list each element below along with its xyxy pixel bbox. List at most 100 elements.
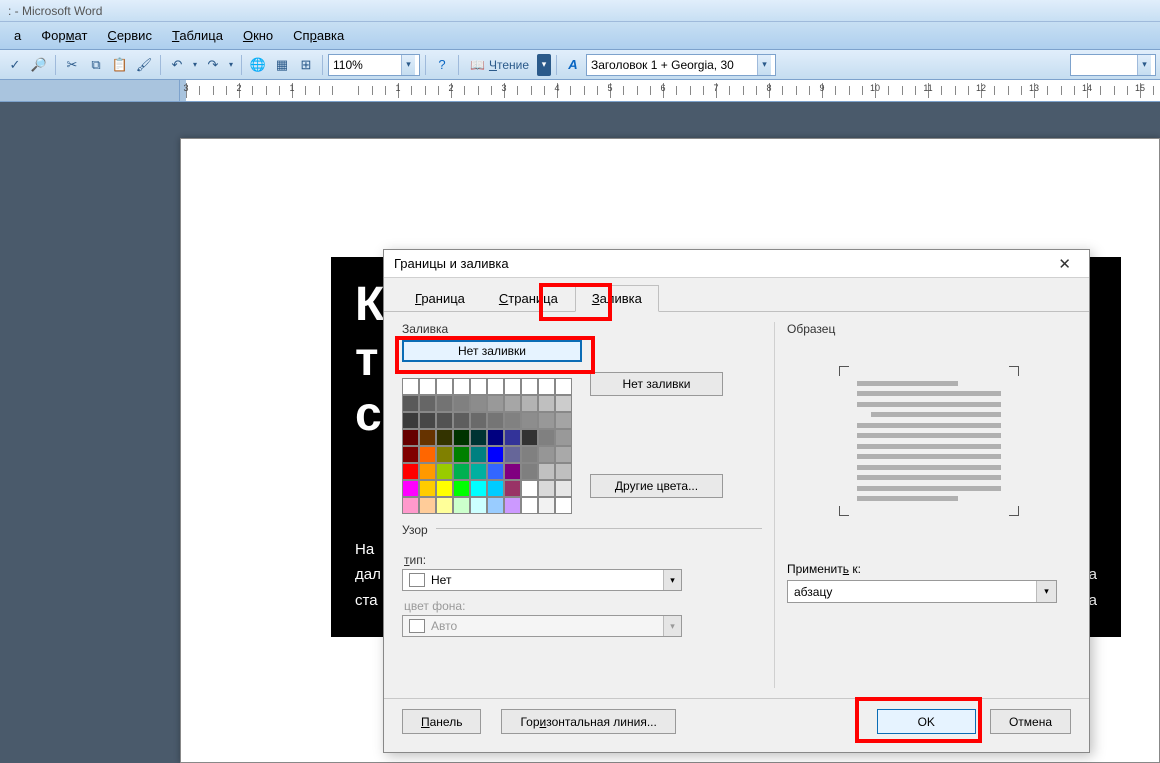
color-swatch[interactable] — [487, 480, 504, 497]
color-swatch[interactable] — [419, 378, 436, 395]
no-fill-button[interactable]: Нет заливки — [590, 372, 723, 396]
color-swatch[interactable] — [419, 412, 436, 429]
color-swatch[interactable] — [436, 480, 453, 497]
color-swatch[interactable] — [487, 497, 504, 514]
redo-icon[interactable]: ↷ — [202, 54, 224, 76]
reading-mode-button[interactable]: 📖 Чтение — [464, 54, 535, 76]
pattern-type-combo[interactable]: Нет ▾ — [402, 569, 682, 591]
spellcheck-icon[interactable]: ✓ — [4, 54, 26, 76]
color-swatch[interactable] — [419, 395, 436, 412]
color-swatch[interactable] — [555, 497, 572, 514]
color-swatch[interactable] — [436, 497, 453, 514]
color-swatch[interactable] — [487, 378, 504, 395]
color-swatch[interactable] — [453, 446, 470, 463]
font-input[interactable] — [1071, 58, 1137, 72]
color-swatch[interactable] — [504, 463, 521, 480]
color-swatch[interactable] — [453, 412, 470, 429]
chevron-down-icon[interactable]: ▾ — [1036, 581, 1056, 602]
read-dropdown-icon[interactable]: ▾ — [537, 54, 551, 76]
font-combo[interactable]: ▾ — [1070, 54, 1156, 76]
color-swatch[interactable] — [453, 395, 470, 412]
tab-page[interactable]: Страница — [482, 285, 575, 312]
color-swatch[interactable] — [538, 446, 555, 463]
color-swatch[interactable] — [419, 480, 436, 497]
color-swatch[interactable] — [470, 378, 487, 395]
help-icon[interactable]: ? — [431, 54, 453, 76]
more-colors-button[interactable]: Другие цвета... — [590, 474, 723, 498]
color-swatch[interactable] — [538, 497, 555, 514]
color-swatch[interactable] — [504, 446, 521, 463]
color-swatch[interactable] — [402, 497, 419, 514]
color-swatch[interactable] — [487, 395, 504, 412]
menu-item-table[interactable]: Таблица — [162, 25, 233, 46]
color-swatch[interactable] — [504, 412, 521, 429]
paste-icon[interactable]: 📋 — [109, 54, 131, 76]
color-swatch[interactable] — [555, 378, 572, 395]
research-icon[interactable]: 🔎 — [28, 54, 50, 76]
insert-table-icon[interactable]: ⊞ — [295, 54, 317, 76]
redo-dropdown-icon[interactable]: ▾ — [226, 54, 236, 76]
color-swatch[interactable] — [538, 412, 555, 429]
toolbar-panel-button[interactable]: Панель — [402, 709, 481, 734]
color-swatch[interactable] — [555, 480, 572, 497]
color-swatch[interactable] — [555, 429, 572, 446]
horizontal-ruler[interactable]: 321123456789101112131415 — [180, 80, 1160, 101]
color-swatch[interactable] — [470, 463, 487, 480]
color-swatch[interactable] — [453, 497, 470, 514]
color-swatch[interactable] — [504, 378, 521, 395]
color-swatch[interactable] — [504, 429, 521, 446]
color-swatch[interactable] — [538, 480, 555, 497]
color-swatch[interactable] — [419, 429, 436, 446]
color-swatch[interactable] — [538, 378, 555, 395]
color-swatch[interactable] — [555, 412, 572, 429]
style-combo[interactable]: ▾ — [586, 54, 776, 76]
menu-item-service[interactable]: Сервис — [97, 25, 162, 46]
ok-button[interactable]: OK — [877, 709, 976, 734]
color-swatch[interactable] — [402, 480, 419, 497]
color-swatch[interactable] — [402, 412, 419, 429]
color-swatch[interactable] — [504, 395, 521, 412]
format-painter-icon[interactable]: 🖌 — [133, 54, 155, 76]
color-swatch[interactable] — [419, 463, 436, 480]
apply-to-combo[interactable]: абзацу ▾ — [787, 580, 1057, 603]
style-input[interactable] — [587, 58, 757, 72]
color-swatch[interactable] — [521, 480, 538, 497]
menu-item-0[interactable]: а — [4, 25, 31, 46]
color-swatch[interactable] — [538, 429, 555, 446]
color-swatch[interactable] — [487, 429, 504, 446]
color-swatch[interactable] — [521, 412, 538, 429]
tab-fill[interactable]: Заливка — [575, 285, 659, 312]
color-swatch[interactable] — [538, 395, 555, 412]
color-swatch[interactable] — [504, 480, 521, 497]
zoom-input[interactable] — [329, 58, 401, 72]
chevron-down-icon[interactable]: ▾ — [663, 570, 681, 590]
color-swatch[interactable] — [402, 463, 419, 480]
color-swatch[interactable] — [453, 429, 470, 446]
color-swatch[interactable] — [487, 412, 504, 429]
color-swatch[interactable] — [453, 463, 470, 480]
color-swatch[interactable] — [470, 412, 487, 429]
color-swatch[interactable] — [521, 497, 538, 514]
color-swatch[interactable] — [436, 463, 453, 480]
copy-icon[interactable]: ⧉ — [85, 54, 107, 76]
color-swatch[interactable] — [521, 378, 538, 395]
chevron-down-icon[interactable]: ▾ — [401, 55, 415, 75]
chevron-down-icon[interactable]: ▾ — [757, 55, 771, 75]
menu-item-window[interactable]: Окно — [233, 25, 283, 46]
close-icon[interactable]: ✕ — [1050, 253, 1079, 275]
color-swatch[interactable] — [436, 446, 453, 463]
color-swatch[interactable] — [419, 497, 436, 514]
color-swatch[interactable] — [538, 463, 555, 480]
tab-border[interactable]: Граница — [398, 285, 482, 312]
menu-item-format[interactable]: Формат — [31, 25, 97, 46]
color-swatch[interactable] — [453, 378, 470, 395]
color-swatch[interactable] — [521, 463, 538, 480]
color-swatch[interactable] — [504, 497, 521, 514]
color-swatch[interactable] — [470, 446, 487, 463]
menu-item-help[interactable]: Справка — [283, 25, 354, 46]
color-swatch[interactable] — [521, 446, 538, 463]
undo-dropdown-icon[interactable]: ▾ — [190, 54, 200, 76]
color-swatch[interactable] — [521, 429, 538, 446]
color-swatch[interactable] — [487, 463, 504, 480]
chevron-down-icon[interactable]: ▾ — [1137, 55, 1151, 75]
